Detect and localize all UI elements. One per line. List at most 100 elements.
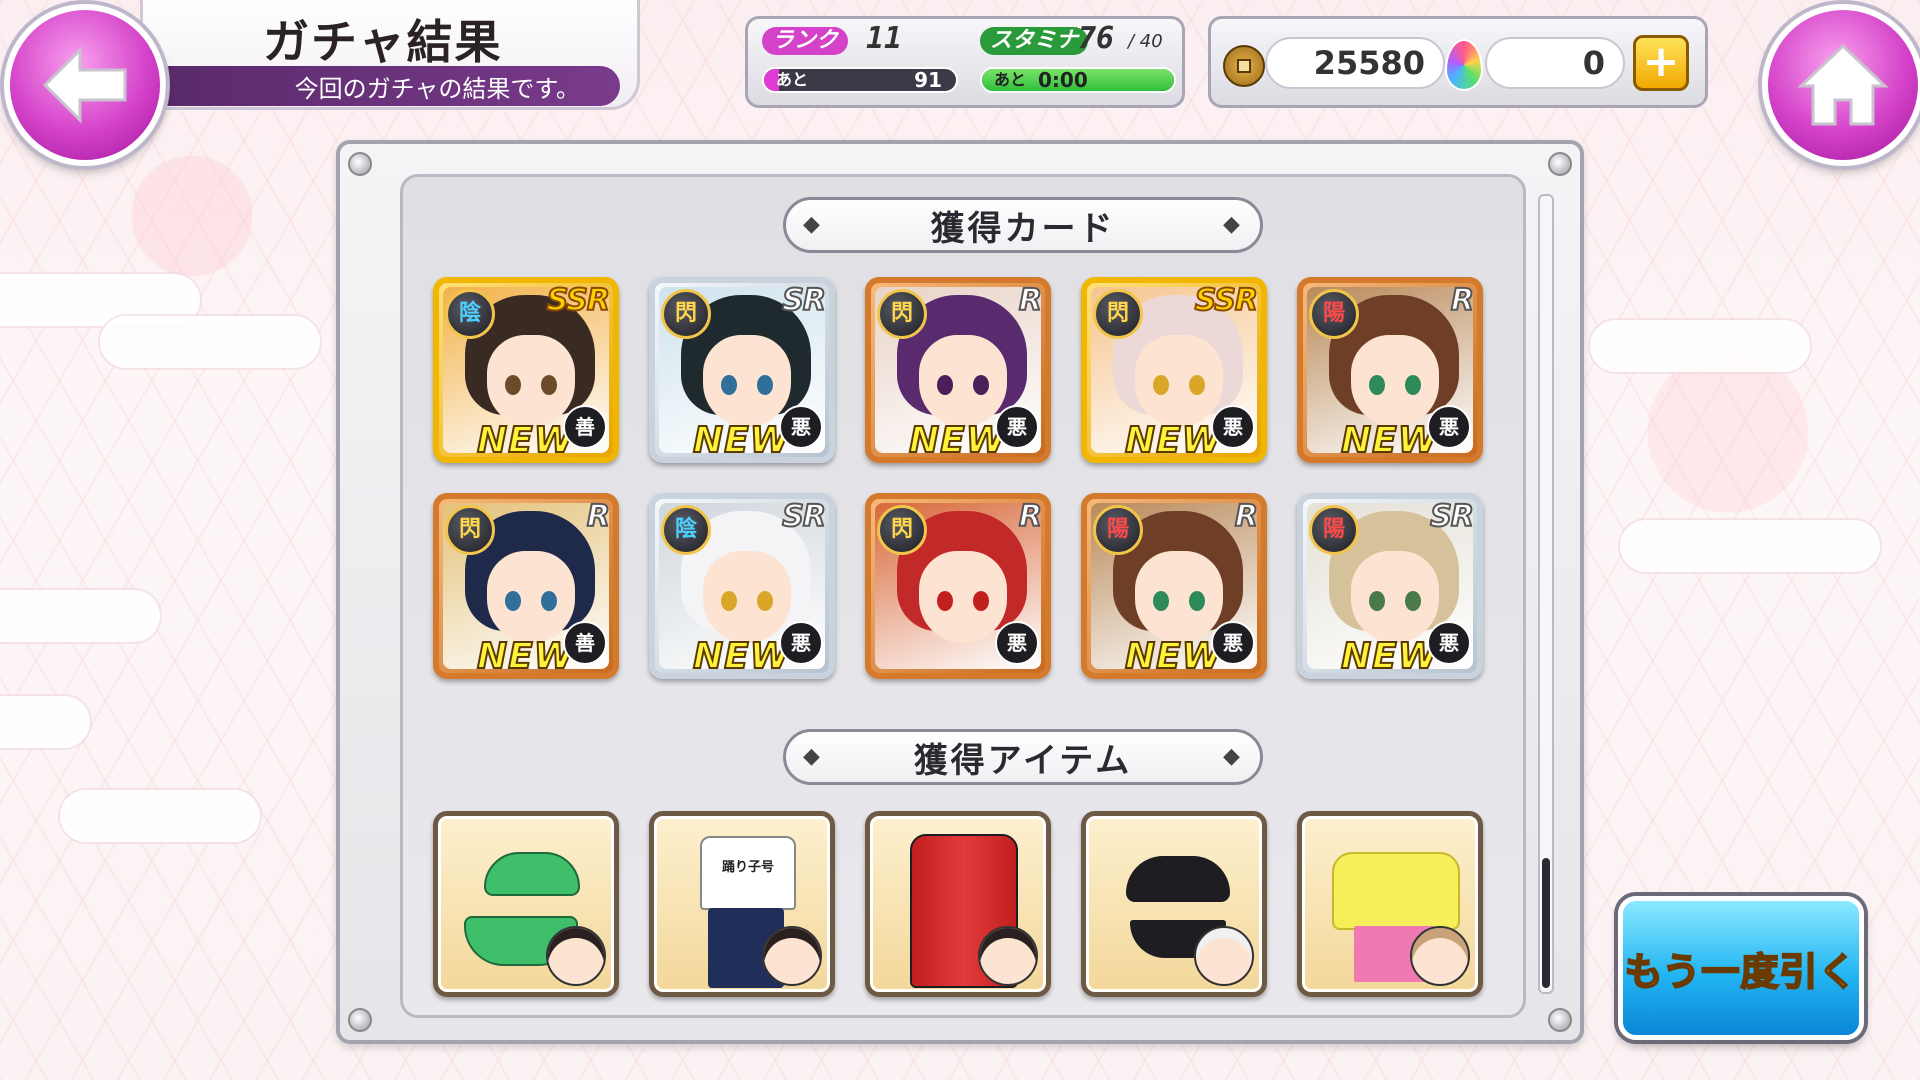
- background-cloud: [1590, 320, 1810, 372]
- tshirt-icon: 踊り子号: [700, 836, 796, 910]
- gacha-card[interactable]: 閃 R NEW 悪: [865, 277, 1051, 463]
- rarity-label: R: [1018, 283, 1043, 319]
- draw-again-button[interactable]: もう一度引く: [1618, 896, 1864, 1040]
- character-face: [703, 335, 791, 427]
- panel-rivet: [1548, 1008, 1572, 1032]
- gacha-card[interactable]: 陽 R NEW 悪: [1081, 493, 1267, 679]
- home-button[interactable]: [1762, 4, 1920, 166]
- bikini-top-icon: [1126, 856, 1230, 902]
- character-eye: [757, 375, 773, 395]
- subtitle-text: 今回のガチャの結果です。: [294, 74, 580, 103]
- attribute-badge: 陽: [1309, 289, 1359, 339]
- gacha-card[interactable]: 陽 SR NEW 悪: [1297, 493, 1483, 679]
- background-cloud: [0, 696, 90, 748]
- new-label: NEW: [476, 419, 575, 461]
- character-eye: [721, 375, 737, 395]
- new-label: NEW: [908, 419, 1007, 461]
- rarity-label: SR: [1429, 499, 1475, 535]
- character-face: [703, 551, 791, 643]
- gacha-item-green-bikini[interactable]: [433, 811, 619, 997]
- character-face: [1351, 551, 1439, 643]
- diamond-icon: ◆: [803, 212, 823, 237]
- player-status-panel: ランク 11 あと 91 スタミナ 76 / 40 あと 0:00: [745, 16, 1185, 108]
- attribute-badge: 陰: [661, 505, 711, 555]
- character-eye: [1189, 375, 1205, 395]
- items-section-header: ◆ 獲得アイテム ◆: [783, 729, 1263, 785]
- gem-amount: 0: [1485, 37, 1625, 89]
- attribute-badge: 閃: [445, 505, 495, 555]
- tshirt-print: 踊り子号: [721, 860, 774, 875]
- stamina-remaining-label: あと: [994, 70, 1027, 89]
- stamina-max-value: 40: [1139, 31, 1163, 52]
- background-cloud: [60, 790, 260, 842]
- attribute-badge: 閃: [877, 289, 927, 339]
- gacha-card[interactable]: 閃 R 悪: [865, 493, 1051, 679]
- character-chibi-icon: [762, 926, 822, 986]
- new-label: NEW: [692, 635, 791, 677]
- character-eye: [1189, 591, 1205, 611]
- new-label: NEW: [1340, 419, 1439, 461]
- gem-icon: [1445, 39, 1483, 91]
- panel-rivet: [348, 152, 372, 176]
- coin-amount: 25580: [1265, 37, 1445, 89]
- home-icon: [1797, 43, 1889, 126]
- attribute-badge: 陽: [1309, 505, 1359, 555]
- character-eye: [1153, 591, 1169, 611]
- gacha-card[interactable]: 閃 R NEW 善: [433, 493, 619, 679]
- gacha-item-black-bikini[interactable]: [1081, 811, 1267, 997]
- gacha-item-red-tracksuit[interactable]: [865, 811, 1051, 997]
- alignment-badge: 悪: [779, 621, 823, 665]
- gacha-item-tshirt-outfit[interactable]: 踊り子号: [649, 811, 835, 997]
- plus-icon: +: [1642, 36, 1680, 87]
- character-eye: [973, 375, 989, 395]
- stamina-progress-bar: あと 0:00: [980, 67, 1176, 93]
- attribute-badge: 閃: [661, 289, 711, 339]
- alignment-badge: 善: [563, 621, 607, 665]
- new-label: NEW: [476, 635, 575, 677]
- rarity-label: SSR: [546, 283, 611, 319]
- attribute-badge: 閃: [877, 505, 927, 555]
- gacha-card[interactable]: 陽 R NEW 悪: [1297, 277, 1483, 463]
- sweater-icon: [1332, 852, 1460, 930]
- character-eye: [973, 591, 989, 611]
- add-gems-button[interactable]: +: [1633, 35, 1689, 91]
- draw-again-label: もう一度引く: [1624, 949, 1858, 995]
- back-button[interactable]: [4, 4, 166, 166]
- new-label: NEW: [1124, 635, 1223, 677]
- character-eye: [505, 591, 521, 611]
- result-scrollbar[interactable]: [1538, 194, 1554, 994]
- character-chibi-icon: [1194, 926, 1254, 986]
- gacha-card[interactable]: 陰 SSR NEW 善: [433, 277, 619, 463]
- rarity-label: R: [1450, 283, 1475, 319]
- alignment-badge: 善: [563, 405, 607, 449]
- character-face: [1135, 335, 1223, 427]
- gacha-item-yellow-sweater[interactable]: [1297, 811, 1483, 997]
- character-face: [487, 335, 575, 427]
- cards-section-header: ◆ 獲得カード ◆: [783, 197, 1263, 253]
- background-cloud: [1620, 520, 1880, 572]
- gacha-card[interactable]: 閃 SSR NEW 悪: [1081, 277, 1267, 463]
- character-face: [1135, 551, 1223, 643]
- page-title: ガチャ結果: [263, 15, 503, 69]
- character-eye: [541, 591, 557, 611]
- panel-rivet: [348, 1008, 372, 1032]
- character-face: [919, 335, 1007, 427]
- gacha-card[interactable]: 陰 SR NEW 悪: [649, 493, 835, 679]
- rarity-label: SSR: [1194, 283, 1259, 319]
- rarity-label: R: [586, 499, 611, 535]
- rank-label: ランク: [762, 27, 849, 55]
- new-label: NEW: [1124, 419, 1223, 461]
- diamond-icon: ◆: [1223, 212, 1243, 237]
- character-chibi-icon: [546, 926, 606, 986]
- character-face: [919, 551, 1007, 643]
- alignment-badge: 悪: [995, 405, 1039, 449]
- attribute-badge: 陽: [1093, 505, 1143, 555]
- scrollbar-thumb[interactable]: [1542, 858, 1550, 988]
- character-eye: [505, 375, 521, 395]
- page-subtitle: 今回のガチャの結果です。: [160, 66, 620, 106]
- cards-section-title: 獲得カード: [930, 208, 1116, 249]
- alignment-badge: 悪: [995, 621, 1039, 665]
- result-scroll-area[interactable]: ◆ 獲得カード ◆ 陰 SSR NEW 善 閃 SR NEW 悪 閃 R NEW…: [400, 174, 1526, 1018]
- rank-remaining-value: 91: [914, 68, 942, 92]
- gacha-card[interactable]: 閃 SR NEW 悪: [649, 277, 835, 463]
